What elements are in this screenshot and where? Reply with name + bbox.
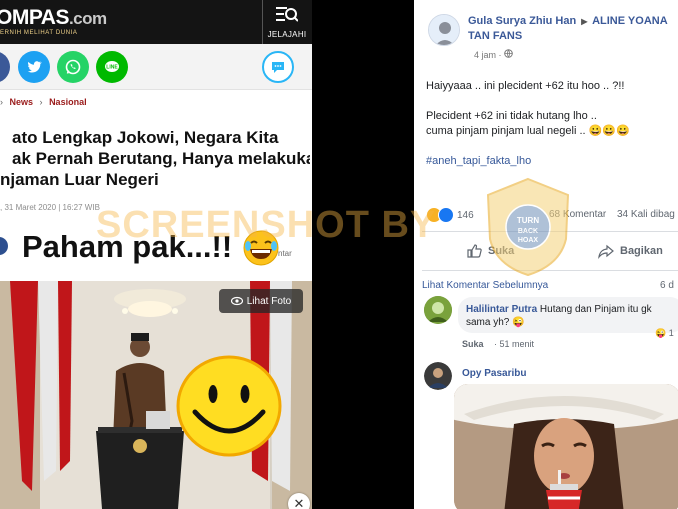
eye-icon [230, 296, 243, 306]
post-meta: 4 jam · [474, 49, 513, 60]
header-divider [262, 0, 263, 44]
globe-icon [504, 49, 513, 58]
explore-label: JELAJAHI [267, 30, 307, 39]
post-header: Gula Surya Zhiu Han ▶ ALINE YOANA TAN FA… [468, 14, 678, 43]
twitter-icon [27, 61, 42, 73]
post-text-line-1: Haiyyaaa .. ini plecident +62 itu hoo ..… [426, 80, 625, 92]
comment-gif-image[interactable] [454, 384, 678, 509]
twitter-share-button[interactable] [18, 51, 50, 83]
facebook-icon: f [0, 58, 3, 76]
share-button[interactable]: Bagikan [598, 242, 663, 260]
laughing-emoji-icon [243, 230, 279, 266]
comment-share-button[interactable] [262, 51, 294, 83]
share-bar: f LINE [0, 44, 312, 90]
view-photo-label: Lihat Foto [246, 295, 292, 307]
podium [96, 427, 184, 509]
like-label: Suka [488, 245, 515, 257]
headline-line-1: ato Lengkap Jokowi, Negara Kita [12, 128, 279, 147]
avatar-image [429, 15, 459, 45]
headline-line-2: ak Pernah Berutang, Hanya melakukan [12, 149, 310, 168]
chandelier-icon [114, 289, 186, 317]
divider [422, 270, 678, 271]
like-reaction-icon [438, 207, 454, 223]
comment-time[interactable]: 51 menit [500, 339, 535, 349]
close-ad-button[interactable]: ✕ [288, 493, 310, 509]
view-previous-comments-link[interactable]: Lihat Komentar Sebelumnya [422, 280, 548, 291]
chat-bubble-icon [272, 62, 284, 73]
post-text-line-3: cuma pinjam pinjam lual negeli .. 😀😀😀 [426, 125, 630, 137]
comment-count[interactable]: 68 Komentar [549, 209, 606, 220]
commenter-avatar[interactable] [424, 362, 452, 390]
facebook-share-button[interactable]: f [0, 51, 10, 83]
post-text-line-2: Plecident +62 ini tidak hutang lho .. [426, 110, 597, 122]
smiley-emoji-icon [176, 355, 282, 457]
svg-text:LINE: LINE [106, 65, 118, 71]
facebook-post-panel: Gula Surya Zhiu Han ▶ ALINE YOANA TAN FA… [414, 0, 678, 509]
site-logo[interactable]: OMPAS.com [0, 6, 107, 30]
woman-drinking-gif-illustration [454, 384, 678, 509]
breadcrumb: › News › Nasional [0, 97, 91, 113]
line-icon: LINE [105, 61, 119, 72]
site-tagline: ERNIH MELIHAT DUNIA [0, 30, 78, 36]
share-arrow-icon [598, 244, 614, 259]
comment-actions: Suka · 51 menit [462, 339, 534, 349]
reaction-count: 146 [457, 209, 474, 221]
view-photo-button[interactable]: Lihat Foto [219, 289, 303, 313]
headline-line-3: njaman Luar Negeri [0, 170, 159, 189]
commenter-avatar[interactable] [424, 296, 452, 324]
line-share-button[interactable]: LINE [96, 51, 128, 83]
breadcrumb-separator: › [39, 97, 43, 107]
post-time[interactable]: 4 jam [474, 50, 496, 60]
breadcrumb-item-nasional[interactable]: Nasional [49, 97, 87, 107]
poster-name[interactable]: Gula Surya Zhiu Han [468, 15, 576, 27]
post-hashtag[interactable]: #aneh_tapi_fakta_lho [426, 155, 531, 167]
search-list-icon [276, 7, 298, 22]
reactions-summary[interactable]: 146 [426, 206, 474, 224]
comment-bubble: Halilintar Putra Hutang dan Pinjam itu g… [458, 297, 678, 333]
like-button[interactable]: Suka [466, 242, 514, 260]
comment-reaction-badge[interactable]: 😜 1 [655, 328, 674, 339]
whatsapp-icon [65, 59, 81, 75]
caption-trailing-text: ntar [278, 249, 292, 258]
divider [422, 231, 678, 232]
news-article-panel: OMPAS.com ERNIH MELIHAT DUNIA JELAJAHI f… [0, 0, 312, 509]
commenter-name[interactable]: Halilintar Putra [466, 304, 537, 315]
site-header: OMPAS.com ERNIH MELIHAT DUNIA JELAJAHI [0, 0, 312, 44]
avatar-image [424, 296, 452, 324]
caption-bullet [0, 237, 8, 255]
poster-avatar[interactable] [428, 14, 460, 46]
caption-text: Paham pak...!! [22, 229, 233, 264]
whatsapp-share-button[interactable] [57, 51, 89, 83]
thumbs-up-icon [467, 244, 482, 258]
breadcrumb-separator: › [0, 97, 3, 107]
article-headline: ato Lengkap Jokowi, Negara Kita ak Perna… [0, 127, 310, 190]
article-date: , 31 Maret 2020 | 16:27 WIB [0, 203, 100, 212]
explore-button[interactable]: JELAJAHI [264, 2, 310, 42]
previous-comments-time: 6 d [660, 280, 674, 291]
breadcrumb-item-news[interactable]: News [10, 97, 34, 107]
commenter-name[interactable]: Opy Pasaribu [462, 368, 526, 379]
screenshot-composite: { "article": { "logo": "OMPAS", "logo_su… [0, 0, 678, 509]
share-count[interactable]: 34 Kali dibag [617, 209, 675, 220]
triangle-right-icon: ▶ [581, 17, 588, 26]
avatar-image [424, 362, 452, 390]
share-label: Bagikan [620, 245, 663, 257]
comment-like-button[interactable]: Suka [462, 339, 484, 349]
